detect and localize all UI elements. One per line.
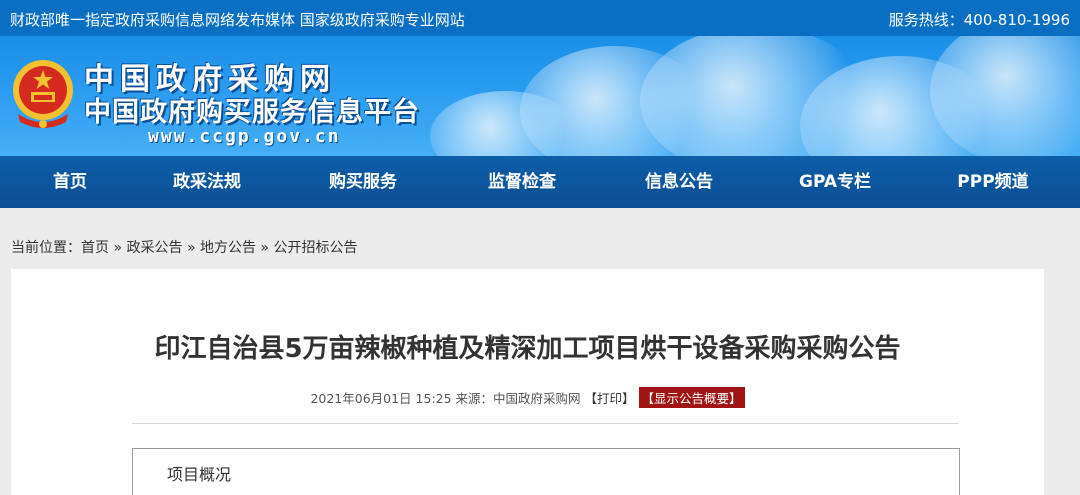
nav-item-supervision[interactable]: 监督检查 (472, 156, 572, 208)
main-nav: 首页 政采法规 购买服务 监督检查 信息公告 GPA专栏 PPP频道 (0, 156, 1080, 208)
breadcrumb-separator: » (113, 240, 123, 256)
article-title: 印江自治县5万亩辣椒种植及精深加工项目烘干设备采购采购公告 (154, 334, 901, 364)
article-meta: 2021年06月01日 15:25 来源：中国政府采购网 【打印】 【显示公告概… (11, 387, 1044, 408)
divider (132, 423, 959, 424)
logo-subtitle: 中国政府购买服务信息平台 (84, 97, 420, 128)
nav-item-gpa[interactable]: GPA专栏 (785, 156, 885, 208)
logo-url: www.ccgp.gov.cn (148, 126, 341, 147)
show-summary-button[interactable]: 【显示公告概要】 (638, 387, 745, 408)
breadcrumb-public-tender[interactable]: 公开招标公告 (273, 240, 357, 256)
article-card: 印江自治县5万亩辣椒种植及精深加工项目烘干设备采购采购公告 2021年06月01… (11, 269, 1044, 495)
top-bar: 财政部唯一指定政府采购信息网络发布媒体 国家级政府采购专业网站 服务热线：400… (0, 0, 1080, 36)
nav-item-announcements[interactable]: 信息公告 (629, 156, 729, 208)
service-hotline: 服务热线：400-810-1996 (888, 11, 1070, 29)
nav-item-purchase-services[interactable]: 购买服务 (313, 156, 413, 208)
nav-item-regulations[interactable]: 政采法规 (157, 156, 257, 208)
breadcrumb-home[interactable]: 首页 (81, 240, 109, 256)
breadcrumb-local-notices[interactable]: 地方公告 (200, 240, 256, 256)
site-banner: 中国政府采购网 中国政府购买服务信息平台 www.ccgp.gov.cn (0, 36, 1080, 156)
national-emblem-icon (13, 60, 73, 128)
nav-item-ppp[interactable]: PPP频道 (943, 156, 1043, 208)
project-overview-label: 项目概况 (167, 465, 232, 484)
publish-datetime: 2021年06月01日 15:25 (310, 391, 452, 406)
breadcrumb-procurement-notices[interactable]: 政采公告 (126, 240, 182, 256)
cloud-decoration (930, 36, 1080, 156)
print-link[interactable]: 【打印】 (585, 391, 635, 406)
breadcrumb-separator: » (260, 240, 269, 256)
breadcrumb: 当前位置：首页 » 政采公告 » 地方公告 » 公开招标公告 (11, 237, 357, 257)
nav-item-home[interactable]: 首页 (20, 156, 120, 208)
breadcrumb-prefix: 当前位置： (11, 240, 81, 256)
site-tagline: 财政部唯一指定政府采购信息网络发布媒体 国家级政府采购专业网站 (10, 11, 465, 29)
project-overview-box: 项目概况 (132, 448, 960, 495)
breadcrumb-separator: » (186, 240, 196, 256)
article-source: 来源：中国政府采购网 (455, 391, 581, 406)
